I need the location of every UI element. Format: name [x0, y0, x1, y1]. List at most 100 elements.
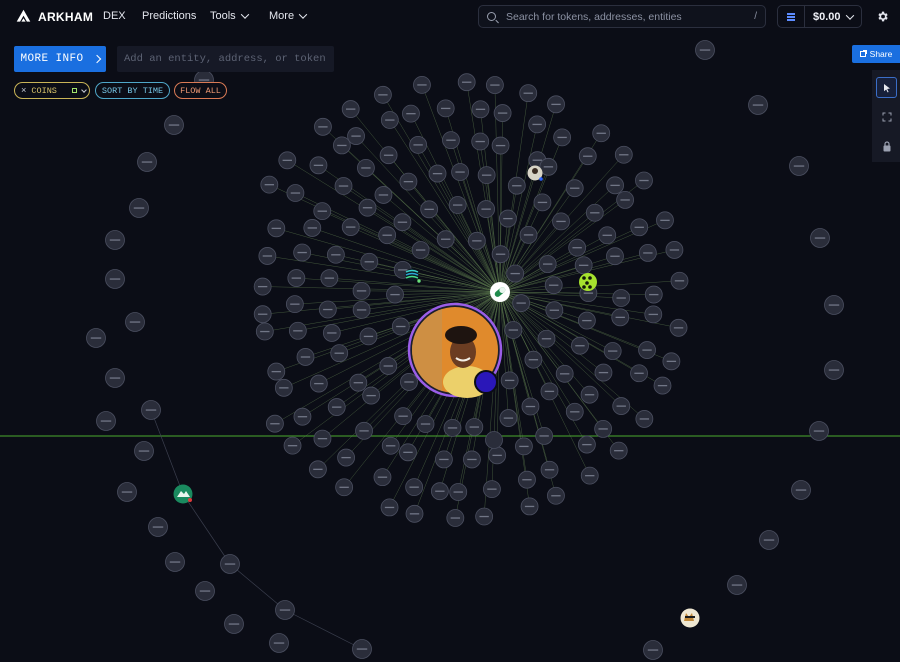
address-node[interactable]	[287, 269, 306, 287]
address-node[interactable]	[435, 450, 453, 469]
address-node[interactable]	[594, 363, 613, 382]
address-node[interactable]	[565, 179, 584, 198]
nav-dex[interactable]: DEX	[103, 10, 126, 22]
address-node[interactable]	[358, 198, 377, 217]
address-node[interactable]	[630, 364, 648, 383]
search-input[interactable]	[504, 9, 744, 24]
address-node[interactable]	[577, 435, 596, 454]
address-node[interactable]	[293, 243, 312, 262]
address-node[interactable]	[585, 203, 604, 222]
address-node[interactable]	[285, 295, 304, 314]
address-node[interactable]	[309, 374, 328, 393]
address-node[interactable]	[430, 482, 449, 501]
address-node[interactable]	[457, 73, 476, 92]
address-node[interactable]	[465, 418, 484, 436]
address-node[interactable]	[332, 136, 351, 155]
address-node[interactable]	[405, 504, 424, 523]
green-token-icon[interactable]	[579, 273, 597, 291]
address-node[interactable]	[164, 115, 184, 135]
address-node[interactable]	[253, 277, 272, 296]
address-node[interactable]	[662, 352, 681, 371]
address-node[interactable]	[547, 95, 565, 114]
address-node[interactable]	[293, 407, 312, 426]
address-node[interactable]	[341, 218, 360, 236]
address-node[interactable]	[224, 614, 244, 634]
nav-tools[interactable]: Tools	[210, 10, 249, 22]
address-node[interactable]	[335, 478, 354, 497]
address-node[interactable]	[485, 76, 504, 94]
address-node[interactable]	[451, 163, 469, 181]
address-node[interactable]	[695, 40, 715, 60]
address-node[interactable]	[283, 436, 302, 455]
address-node[interactable]	[555, 364, 574, 383]
address-node[interactable]	[373, 468, 392, 487]
address-node[interactable]	[524, 350, 543, 369]
address-node[interactable]	[260, 175, 279, 194]
share-button[interactable]: Share	[852, 45, 900, 63]
cloud-entity-icon[interactable]	[173, 484, 193, 504]
address-node[interactable]	[341, 100, 360, 118]
address-node[interactable]	[141, 400, 161, 420]
address-node[interactable]	[326, 245, 345, 264]
lock-tool-button[interactable]	[876, 136, 897, 157]
address-node[interactable]	[322, 324, 341, 342]
address-node[interactable]	[313, 429, 332, 448]
address-node[interactable]	[598, 226, 617, 245]
address-node[interactable]	[129, 198, 149, 218]
cat-avatar-icon[interactable]	[680, 608, 700, 628]
address-node[interactable]	[330, 344, 349, 363]
address-node[interactable]	[379, 357, 398, 375]
address-node[interactable]	[612, 289, 631, 307]
wallet-button[interactable]: $0.00	[777, 5, 862, 28]
address-node[interactable]	[540, 460, 559, 479]
address-node[interactable]	[313, 202, 332, 221]
address-node[interactable]	[789, 156, 809, 176]
address-node[interactable]	[635, 410, 654, 428]
filter-chip-coins[interactable]: × COINS	[14, 82, 90, 99]
address-node[interactable]	[296, 348, 315, 366]
address-node[interactable]	[86, 328, 106, 348]
address-node[interactable]	[446, 509, 465, 527]
address-node[interactable]	[105, 269, 125, 289]
address-node[interactable]	[405, 478, 424, 497]
more-info-button[interactable]: MORE INFO	[14, 46, 106, 72]
address-node[interactable]	[386, 285, 404, 304]
address-node[interactable]	[547, 486, 565, 505]
address-node[interactable]	[748, 95, 768, 115]
address-node[interactable]	[824, 295, 844, 315]
address-node[interactable]	[349, 373, 368, 392]
address-node[interactable]	[420, 200, 439, 219]
address-node[interactable]	[381, 436, 400, 455]
address-node[interactable]	[537, 329, 556, 348]
address-node[interactable]	[220, 554, 240, 574]
address-node[interactable]	[491, 245, 510, 264]
address-node[interactable]	[520, 497, 539, 516]
address-node[interactable]	[286, 184, 305, 202]
filter-chip-flow[interactable]: FLOW ALL	[174, 82, 227, 99]
address-node[interactable]	[443, 418, 462, 437]
arkham-logo[interactable]: ARKHAM	[15, 8, 93, 25]
address-node[interactable]	[399, 172, 418, 191]
address-node[interactable]	[528, 115, 547, 134]
gear-icon[interactable]	[876, 10, 889, 23]
striped-token-icon[interactable]	[405, 268, 421, 283]
address-node[interactable]	[491, 136, 510, 155]
address-node[interactable]	[96, 411, 116, 431]
address-node[interactable]	[609, 441, 628, 460]
address-node[interactable]	[360, 252, 379, 271]
address-node[interactable]	[538, 255, 557, 273]
address-node[interactable]	[485, 431, 503, 449]
address-node[interactable]	[399, 443, 417, 462]
address-node[interactable]	[544, 276, 563, 295]
address-node[interactable]	[791, 480, 811, 500]
address-node[interactable]	[519, 84, 538, 103]
address-node[interactable]	[616, 191, 635, 209]
address-node[interactable]	[824, 360, 844, 380]
address-node[interactable]	[656, 211, 674, 230]
address-node[interactable]	[635, 171, 653, 190]
address-node[interactable]	[535, 426, 554, 445]
address-node[interactable]	[577, 311, 596, 330]
address-node[interactable]	[380, 111, 399, 129]
address-node[interactable]	[255, 322, 274, 341]
address-node[interactable]	[125, 312, 145, 332]
